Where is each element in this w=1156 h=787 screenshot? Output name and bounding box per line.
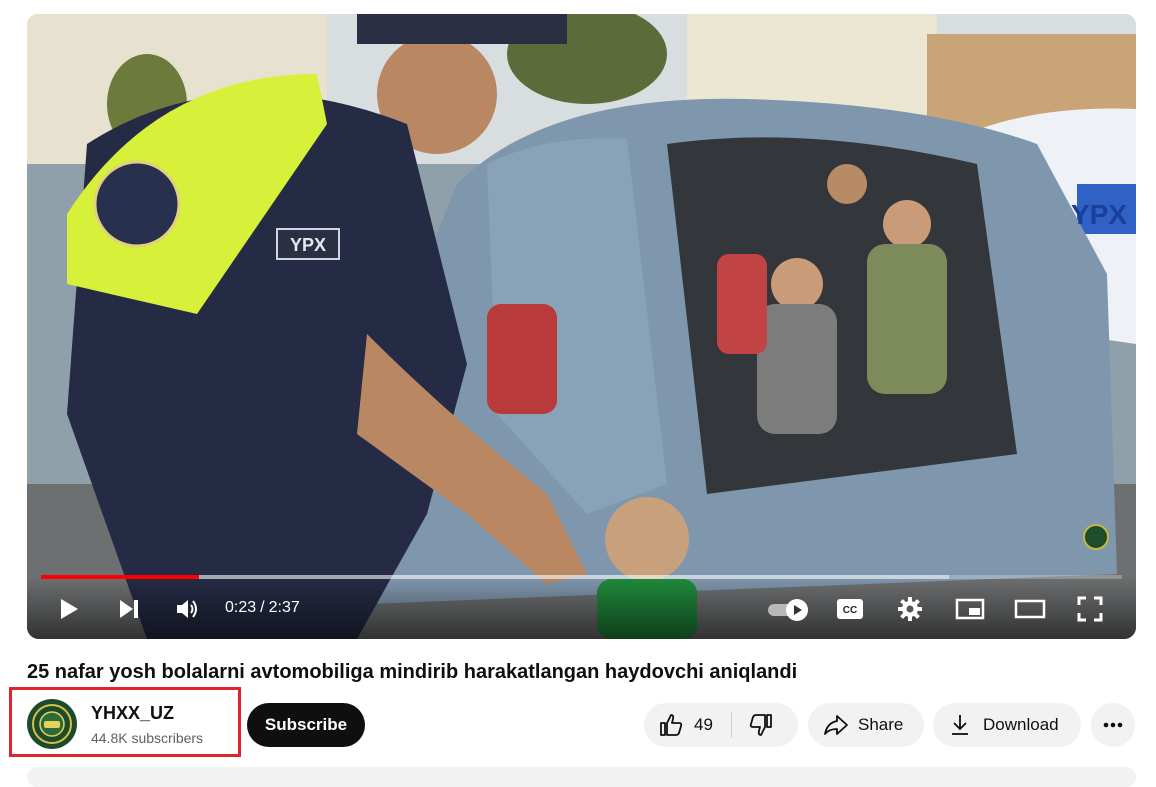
svg-text:CC: CC: [843, 605, 857, 616]
play-button[interactable]: [51, 591, 87, 627]
uniform-patch-text: YPX: [290, 235, 326, 255]
like-button[interactable]: 49: [644, 703, 731, 747]
video-frame: YPX YPX: [27, 14, 1136, 639]
download-label: Download: [983, 715, 1059, 734]
download-icon: [952, 715, 968, 735]
progress-played: [41, 575, 199, 579]
settings-gear-icon: [898, 597, 922, 621]
settings-button[interactable]: [892, 591, 928, 627]
share-button[interactable]: Share: [808, 703, 924, 747]
like-count: 49: [694, 715, 713, 734]
more-dots-icon: [1103, 722, 1123, 728]
like-dislike-group: 49: [644, 703, 798, 747]
theater-mode-button[interactable]: [1012, 591, 1048, 627]
volume-icon: [177, 600, 197, 618]
play-icon: [61, 599, 78, 619]
captions-icon: CC: [837, 599, 863, 619]
theater-mode-icon: [1014, 599, 1046, 619]
subscribe-button[interactable]: Subscribe: [247, 703, 365, 747]
channel-name[interactable]: YHXX_UZ: [91, 703, 174, 724]
time-separator: /: [260, 599, 265, 616]
fullscreen-icon: [1077, 596, 1103, 622]
dislike-button[interactable]: [732, 703, 792, 747]
duration: 2:37: [268, 599, 300, 616]
channel-logo-icon: [28, 700, 76, 748]
share-label: Share: [858, 715, 904, 734]
thumbs-down-icon: [749, 714, 772, 736]
share-arrow-icon: [824, 715, 848, 735]
channel-avatar[interactable]: [27, 699, 77, 749]
thumbs-up-icon: [660, 714, 683, 736]
player-controls: 0:23/2:37 CC: [27, 577, 1136, 639]
time-display: 0:23/2:37: [225, 599, 300, 617]
next-button[interactable]: [111, 591, 147, 627]
miniplayer-icon: [955, 598, 985, 620]
download-button[interactable]: Download: [933, 703, 1081, 747]
description-box[interactable]: [27, 767, 1136, 787]
miniplayer-button[interactable]: [952, 591, 988, 627]
channel-watermark[interactable]: [1083, 524, 1109, 550]
police-car-door-text: YPX: [1071, 199, 1127, 230]
more-actions-button[interactable]: [1091, 703, 1135, 747]
progress-bar[interactable]: [41, 575, 1122, 579]
subscriber-count: 44.8K subscribers: [91, 730, 204, 746]
next-icon: [120, 600, 138, 618]
autoplay-toggle-icon: [768, 599, 808, 621]
video-player[interactable]: YPX YPX 0:23/2:37 CC: [27, 14, 1136, 639]
fullscreen-button[interactable]: [1072, 591, 1108, 627]
volume-button[interactable]: [170, 591, 206, 627]
video-title: 25 nafar yosh bolalarni avtomobiliga min…: [27, 661, 798, 683]
current-time: 0:23: [225, 599, 257, 616]
autoplay-toggle[interactable]: [765, 591, 811, 627]
captions-button[interactable]: CC: [832, 591, 868, 627]
